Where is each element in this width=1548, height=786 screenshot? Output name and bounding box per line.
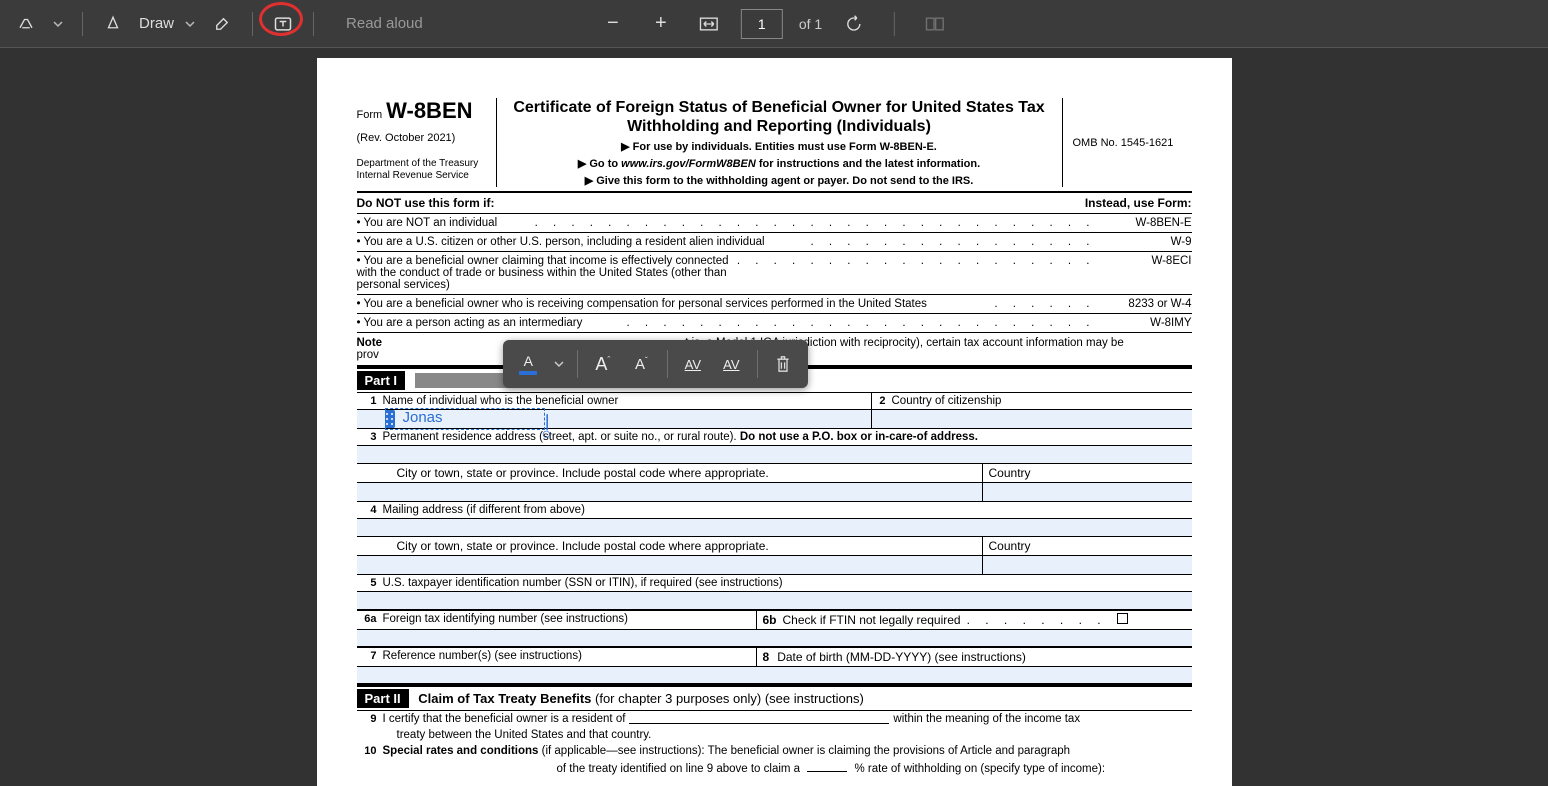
form-sub2: ▶ Go to www.irs.gov/FormW8BEN for instru… xyxy=(509,157,1050,170)
useform-row: • You are a U.S. citizen or other U.S. p… xyxy=(357,233,1192,252)
form-sub3: ▶ Give this form to the withholding agen… xyxy=(509,174,1050,187)
field-5-row: 5 U.S. taxpayer identification number (S… xyxy=(357,575,1192,592)
add-text-icon[interactable] xyxy=(267,8,299,40)
delete-text-icon[interactable] xyxy=(766,346,801,382)
field-4-city-row: City or town, state or province. Include… xyxy=(357,537,1192,556)
useform-row: • You are NOT an individual. . . . . . .… xyxy=(357,214,1192,233)
page-controls: − + of 1 xyxy=(597,8,951,40)
field-3-row: 3 Permanent residence address (street, a… xyxy=(357,429,1192,446)
text-color-picker[interactable]: A xyxy=(511,346,546,382)
entered-name-text[interactable]: Jonas xyxy=(403,409,443,426)
field-10-row2: of the treaty identified on line 9 above… xyxy=(357,759,1192,777)
highlight-dropdown-icon[interactable] xyxy=(48,8,68,40)
erase-icon[interactable] xyxy=(206,8,238,40)
field-3-city-value[interactable] xyxy=(357,483,1192,502)
form-header: FormW-8BEN (Rev. October 2021) Departmen… xyxy=(357,98,1192,193)
form-number: W-8BEN xyxy=(386,98,472,123)
field-7-8-value[interactable] xyxy=(357,667,1192,685)
form-department: Department of the TreasuryInternal Reven… xyxy=(357,158,490,182)
font-decrease-icon[interactable]: Aˇ xyxy=(624,346,659,382)
toolbar-divider xyxy=(577,350,578,378)
field-4-value[interactable] xyxy=(357,519,1192,537)
field-9-row: 9 I certify that the beneficial owner is… xyxy=(357,711,1192,727)
part2-header: Part II Claim of Tax Treaty Benefits (fo… xyxy=(357,685,1192,711)
field-1-2-value: Jonas ⎸○ xyxy=(357,410,1192,429)
field-10-row: 10 Special rates and conditions (if appl… xyxy=(357,743,1192,759)
omb-number: OMB No. 1545-1621 xyxy=(1062,98,1192,187)
zoom-out-icon[interactable]: − xyxy=(597,8,629,40)
field-4-city-value[interactable] xyxy=(357,556,1192,575)
useform-row: • You are a beneficial owner claiming th… xyxy=(357,252,1192,295)
donot-header: Do NOT use this form if:Instead, use For… xyxy=(357,193,1192,214)
pdf-viewport[interactable]: FormW-8BEN (Rev. October 2021) Departmen… xyxy=(0,48,1548,786)
toolbar-divider xyxy=(313,12,314,36)
form-sub1: ▶ For use by individuals. Entities must … xyxy=(509,140,1050,153)
field-10-blank[interactable] xyxy=(807,761,847,772)
page-total-label: of 1 xyxy=(799,16,822,32)
field-9-row2: treaty between the United States and tha… xyxy=(357,727,1192,743)
toolbar-divider xyxy=(894,12,895,36)
toolbar-divider xyxy=(252,12,253,36)
field-3-value[interactable] xyxy=(357,446,1192,464)
field-5-value[interactable] xyxy=(357,592,1192,610)
field-6-row: 6a Foreign tax identifying number (see i… xyxy=(357,610,1192,630)
form-prefix: Form xyxy=(357,109,383,121)
rotate-icon[interactable] xyxy=(838,8,870,40)
text-color-dropdown-icon[interactable] xyxy=(550,346,569,382)
spacing-decrease-icon[interactable]: AV xyxy=(676,346,711,382)
ftin-checkbox[interactable] xyxy=(1117,613,1128,624)
drag-handle-icon[interactable] xyxy=(385,410,395,428)
spacing-increase-icon[interactable]: AV xyxy=(714,346,749,382)
read-aloud-button[interactable]: Read aloud xyxy=(346,15,423,32)
draw-label[interactable]: Draw xyxy=(139,15,174,32)
field-6-value[interactable] xyxy=(357,630,1192,648)
page-view-icon[interactable] xyxy=(919,8,951,40)
fit-width-icon[interactable] xyxy=(693,8,725,40)
field-4-row: 4 Mailing address (if different from abo… xyxy=(357,502,1192,519)
useform-row: • You are a person acting as an intermed… xyxy=(357,314,1192,333)
form-title: Certificate of Foreign Status of Benefic… xyxy=(509,98,1050,136)
text-caret-handle[interactable]: ⎸○ xyxy=(547,414,563,432)
draw-dropdown-icon[interactable] xyxy=(180,8,200,40)
toolbar-divider xyxy=(667,350,668,378)
field-3-city-row: City or town, state or province. Include… xyxy=(357,464,1192,483)
text-edit-toolbar: A Aˆ Aˇ AV AV xyxy=(503,340,808,388)
zoom-in-icon[interactable]: + xyxy=(645,8,677,40)
form-revision: (Rev. October 2021) xyxy=(357,132,490,144)
useform-row: • You are a beneficial owner who is rece… xyxy=(357,295,1192,314)
toolbar-divider xyxy=(82,12,83,36)
toolbar-divider xyxy=(757,350,758,378)
pdf-toolbar: Draw Read aloud − + of 1 xyxy=(0,0,1548,48)
highlight-icon[interactable] xyxy=(10,8,42,40)
pdf-page: FormW-8BEN (Rev. October 2021) Departmen… xyxy=(317,58,1232,786)
page-number-input[interactable] xyxy=(741,9,783,39)
draw-icon[interactable] xyxy=(97,8,129,40)
field-7-8-row: 7 Reference number(s) (see instructions)… xyxy=(357,648,1192,667)
font-increase-icon[interactable]: Aˆ xyxy=(586,346,621,382)
field-9-blank[interactable] xyxy=(629,713,889,724)
